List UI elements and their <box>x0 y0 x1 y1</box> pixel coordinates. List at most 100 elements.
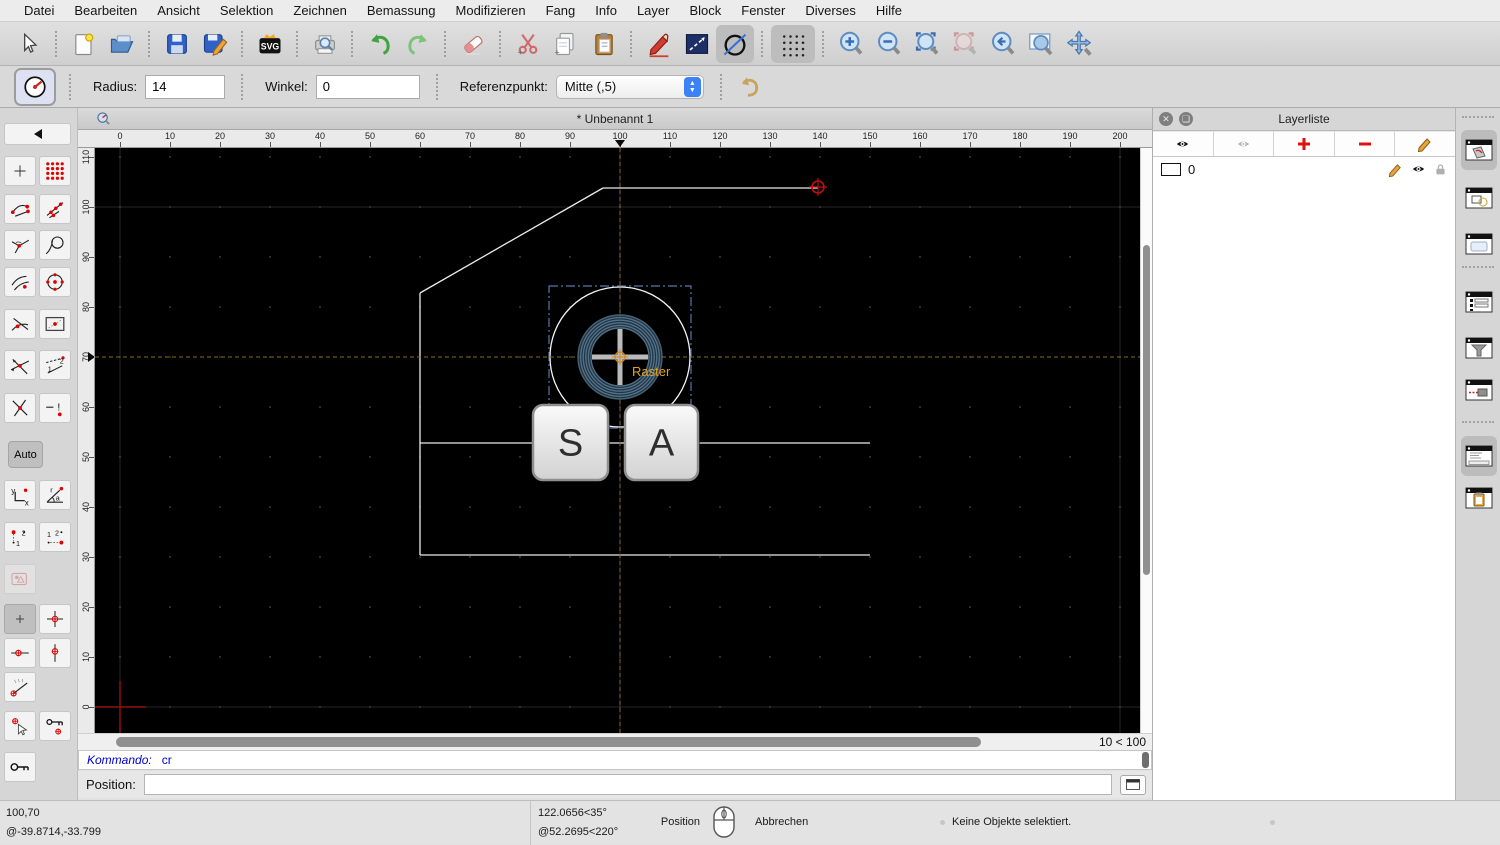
set-relative-zero-button[interactable] <box>4 711 36 741</box>
restrict-vertical-button[interactable] <box>39 638 71 668</box>
menu-selektion[interactable]: Selektion <box>210 3 283 18</box>
add-layer-button[interactable] <box>1274 131 1335 156</box>
snap-grid-button[interactable] <box>39 156 71 186</box>
circle-tool-button[interactable] <box>716 24 754 63</box>
reset-tool-button[interactable] <box>730 68 768 106</box>
remove-layer-button[interactable] <box>1334 131 1396 156</box>
menu-diverses[interactable]: Diverses <box>795 3 866 18</box>
clipboard-panel-toggle-button[interactable] <box>1461 478 1497 518</box>
new-file-button[interactable] <box>65 25 103 63</box>
view-list-toggle-button[interactable] <box>1461 224 1497 264</box>
menu-hilfe[interactable]: Hilfe <box>866 3 912 18</box>
palette-back-button[interactable] <box>4 123 71 145</box>
snap-tangent-button[interactable] <box>39 230 71 260</box>
command-scrollbar-thumb[interactable] <box>1142 752 1149 768</box>
menu-bearbeiten[interactable]: Bearbeiten <box>64 3 147 18</box>
select-tool-button[interactable] <box>10 25 48 63</box>
snap-intersection-manual-button[interactable]: 12 <box>39 350 71 380</box>
active-tool-indicator[interactable] <box>14 67 56 106</box>
coordinate-polar-button[interactable]: ra <box>39 480 71 510</box>
layer-visibility-icon[interactable] <box>1410 162 1427 176</box>
layer-row[interactable]: 0 <box>1153 157 1455 181</box>
drawing-canvas[interactable]: Raster S A <box>95 148 1140 733</box>
print-preview-button[interactable] <box>306 25 344 63</box>
restrict-angle-button[interactable] <box>4 672 36 702</box>
relative-polar-button[interactable]: 12 <box>39 522 71 552</box>
paste-button[interactable] <box>585 25 623 63</box>
svg-export-button[interactable]: SVG <box>251 25 289 63</box>
menu-fang[interactable]: Fang <box>536 3 586 18</box>
zoom-window-button[interactable] <box>1022 25 1060 63</box>
snap-reference-button[interactable] <box>39 309 71 339</box>
relative-cartesian-button[interactable]: 12 <box>4 522 36 552</box>
command-line-toggle-button[interactable] <box>1461 436 1497 476</box>
snap-distance-button[interactable]: ! <box>39 393 71 423</box>
menu-info[interactable]: Info <box>585 3 627 18</box>
menu-ansicht[interactable]: Ansicht <box>147 3 210 18</box>
snap-auto-button[interactable]: Auto <box>8 441 43 468</box>
menu-datei[interactable]: Datei <box>14 3 64 18</box>
command-window-toggle-button[interactable] <box>1120 774 1146 795</box>
menu-block[interactable]: Block <box>679 3 731 18</box>
menu-modifizieren[interactable]: Modifizieren <box>446 3 536 18</box>
menu-fenster[interactable]: Fenster <box>731 3 795 18</box>
lock-relative-zero-button[interactable] <box>39 711 71 741</box>
scrollbar-thumb[interactable] <box>116 737 981 747</box>
snap-intersection-button[interactable] <box>4 350 36 380</box>
pan-button[interactable] <box>1060 25 1098 63</box>
document-tab-bar[interactable]: * Unbenannt 1 <box>78 108 1152 130</box>
edit-layer-icon[interactable] <box>1388 162 1403 177</box>
layer-list-toggle-button[interactable] <box>1461 130 1497 170</box>
canvas-vertical-scrollbar[interactable] <box>1140 148 1152 733</box>
undock-panel-button[interactable]: ❏ <box>1179 112 1193 126</box>
radius-input[interactable] <box>145 74 226 99</box>
zoom-selection-button[interactable] <box>946 25 984 63</box>
snap-perpendicular-button[interactable] <box>4 230 36 260</box>
zoom-out-button[interactable] <box>870 25 908 63</box>
command-history[interactable]: Kommando: cr <box>78 750 1152 770</box>
delete-button[interactable] <box>454 25 492 63</box>
draw-pencil-button[interactable] <box>640 25 678 63</box>
save-as-button[interactable] <box>196 25 234 63</box>
open-file-button[interactable] <box>103 25 141 63</box>
zoom-in-button[interactable] <box>832 25 870 63</box>
position-input[interactable] <box>143 774 1112 795</box>
show-all-layers-button[interactable] <box>1153 131 1214 156</box>
zoom-auto-button[interactable] <box>908 25 946 63</box>
snap-auto-entity-button[interactable] <box>4 267 36 297</box>
block-list-toggle-button[interactable] <box>1461 178 1497 218</box>
line-tool-button[interactable] <box>678 25 716 63</box>
scrollbar-thumb[interactable] <box>1143 245 1150 575</box>
close-panel-button[interactable]: ✕ <box>1159 112 1173 126</box>
reference-point-select[interactable]: Mitte (,5) ▲ ▼ <box>555 74 704 99</box>
snap-on-entity-button[interactable] <box>39 194 71 224</box>
zoom-previous-button[interactable] <box>984 25 1022 63</box>
restrict-horizontal-button[interactable] <box>4 638 36 668</box>
restrict-orthogonal-button[interactable] <box>39 604 71 634</box>
relative-zero-key-button[interactable] <box>4 752 36 782</box>
angle-input[interactable] <box>315 74 420 99</box>
edit-layer-button[interactable] <box>1395 131 1455 156</box>
property-editor-toggle-button[interactable] <box>1461 282 1497 322</box>
hide-all-layers-button[interactable] <box>1213 131 1275 156</box>
redo-button[interactable] <box>399 25 437 63</box>
canvas-horizontal-scrollbar[interactable]: 10 < 100 <box>78 733 1152 750</box>
grid-toggle-button[interactable] <box>771 24 815 63</box>
menu-zeichnen[interactable]: Zeichnen <box>283 3 356 18</box>
menu-bemassung[interactable]: Bemassung <box>357 3 446 18</box>
snap-endpoints-button[interactable] <box>4 194 36 224</box>
selection-filter-toggle-button[interactable] <box>1461 328 1497 368</box>
snap-tangent-point-button[interactable] <box>4 309 36 339</box>
snap-coordinate-button[interactable] <box>4 393 36 423</box>
snap-center-button[interactable] <box>39 267 71 297</box>
layer-lock-icon[interactable] <box>1434 162 1447 177</box>
cut-button[interactable]: + <box>509 25 547 63</box>
snap-polar-tracking-button[interactable] <box>4 564 36 594</box>
copy-button[interactable]: + <box>547 25 585 63</box>
restrict-off-button[interactable] <box>4 604 36 634</box>
layer-color-swatch[interactable] <box>1161 162 1181 176</box>
snap-free-button[interactable] <box>4 156 36 186</box>
coordinate-cartesian-button[interactable]: yx <box>4 480 36 510</box>
undo-button[interactable] <box>361 25 399 63</box>
command-trigger-toggle-button[interactable] <box>1461 370 1497 410</box>
